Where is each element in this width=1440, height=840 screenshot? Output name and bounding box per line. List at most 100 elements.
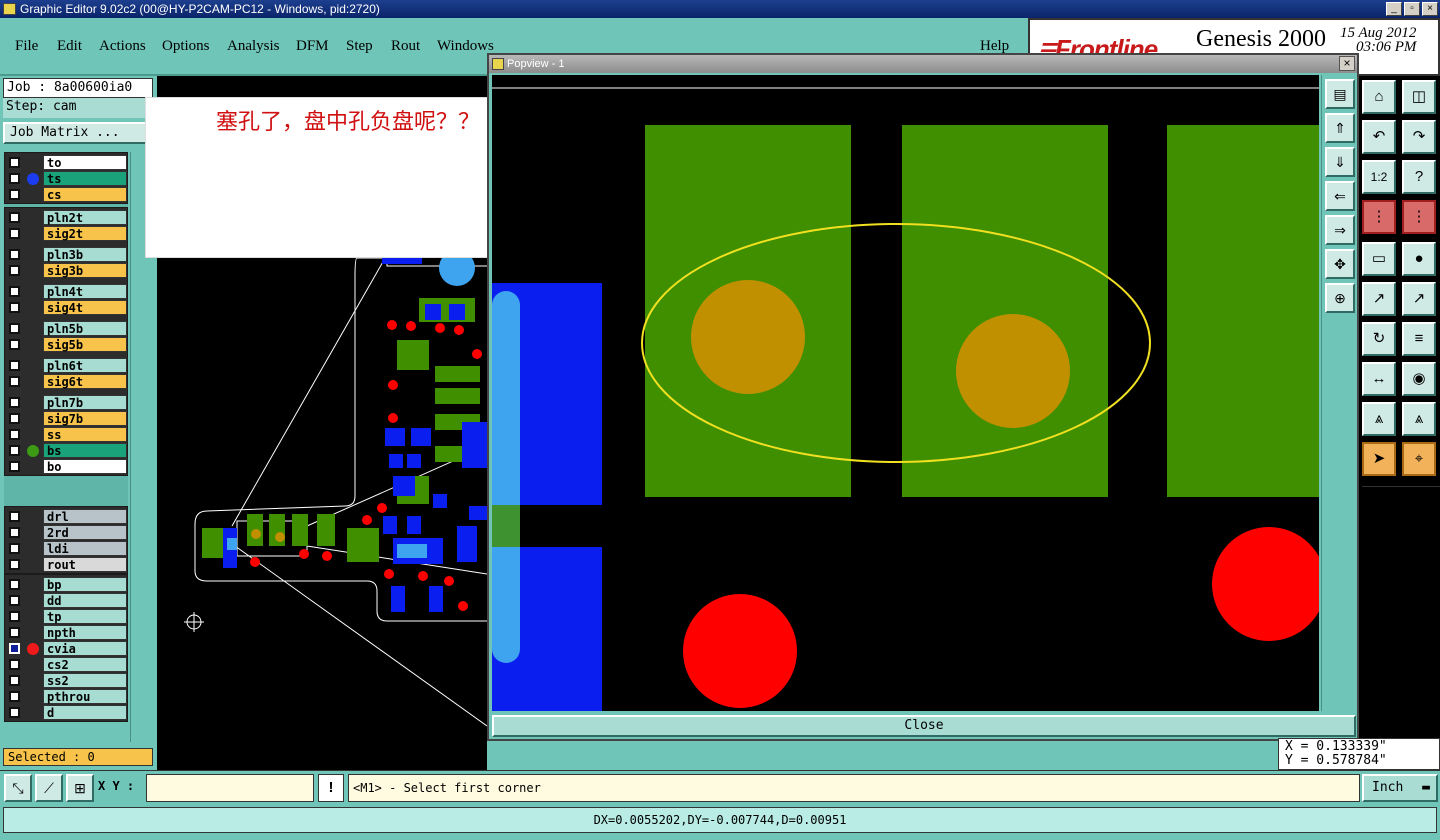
zoom-area-icon[interactable]: ⤡ [4,774,32,802]
layer-checkbox[interactable] [9,627,20,638]
layer-checkbox[interactable] [9,691,20,702]
layer-checkbox[interactable] [9,323,20,334]
layer-row-pln7b[interactable]: pln7b [5,395,127,410]
layer-row-sig4t[interactable]: sig4t [5,300,127,315]
shapes-icon[interactable]: ◉ [1402,362,1436,396]
layer-checkbox[interactable] [9,527,20,538]
layer-row-npth[interactable]: npth [5,625,127,640]
layer-checkbox[interactable] [9,376,20,387]
window-layout-icon[interactable]: ◫ [1402,80,1436,114]
layer-row-pln2t[interactable]: pln2t [5,210,127,225]
layer-row-tp[interactable]: tp [5,609,127,624]
layer-row-sig7b[interactable]: sig7b [5,411,127,426]
layer-checkbox[interactable] [9,579,20,590]
layer-row-pthrou[interactable]: pthrou [5,689,127,704]
layer-checkbox[interactable] [9,249,20,260]
layer-row-pln3b[interactable]: pln3b [5,247,127,262]
layer-checkbox[interactable] [9,511,20,522]
layer-row-cs2[interactable]: cs2 [5,657,127,672]
layer-checkbox[interactable] [9,265,20,276]
snap-point-a-icon[interactable]: ↗ [1362,282,1396,316]
layer-row-sig5b[interactable]: sig5b [5,337,127,352]
menu-step[interactable]: Step [346,38,373,55]
pad-icon[interactable]: ● [1402,242,1436,276]
layer-checkbox[interactable] [9,429,20,440]
menu-options[interactable]: Options [162,38,210,55]
layer-checkbox[interactable] [9,157,20,168]
layer-row-bs[interactable]: bs [5,443,127,458]
layer-checkbox[interactable] [9,643,20,654]
undo-icon[interactable]: ↶ [1362,120,1396,154]
menu-dfm[interactable]: DFM [296,38,329,55]
layer-row-ss2[interactable]: ss2 [5,673,127,688]
layer-checkbox[interactable] [9,302,20,313]
measure-line-icon[interactable]: ⟋ [35,774,63,802]
home-icon[interactable]: ⌂ [1362,80,1396,114]
layer-checkbox[interactable] [9,228,20,239]
layer-row-pln6t[interactable]: pln6t [5,358,127,373]
popview-close-button[interactable]: Close [492,715,1356,737]
xy-input[interactable] [146,774,314,802]
layer-row-ts[interactable]: ts [5,171,127,186]
popview-close-icon[interactable]: × [1339,56,1355,71]
layer-checkbox[interactable] [9,360,20,371]
layer-row-ldi[interactable]: ldi [5,541,127,556]
layer-checkbox[interactable] [9,173,20,184]
ruler-icon[interactable]: ▭ [1362,242,1396,276]
select-pointer-icon[interactable]: ➤ [1362,442,1396,476]
rotate-icon[interactable]: ↻ [1362,322,1396,356]
menu-analysis[interactable]: Analysis [227,38,280,55]
popview-tool-left-icon[interactable]: ⇐ [1325,181,1355,211]
layer-checkbox[interactable] [9,675,20,686]
redo-icon[interactable]: ↷ [1402,120,1436,154]
select-net-icon[interactable]: ⌖ [1402,442,1436,476]
layer-checkbox[interactable] [9,559,20,570]
layer-row-cs[interactable]: cs [5,187,127,202]
popview-tool-down-icon[interactable]: ⇓ [1325,147,1355,177]
layer-row-cvia[interactable]: cvia [5,641,127,656]
layer-row-sig2t[interactable]: sig2t [5,226,127,241]
layer-row-ss[interactable]: ss [5,427,127,442]
minimize-button[interactable]: _ [1386,2,1402,16]
menu-rout[interactable]: Rout [391,38,420,55]
layer-row-bo[interactable]: bo [5,459,127,474]
unit-selector[interactable]: Inch ▬ [1362,774,1438,802]
popview-tool-right-icon[interactable]: ⇒ [1325,215,1355,245]
alert-button[interactable]: ! [318,774,344,802]
profile-b-icon[interactable]: ⩓ [1402,402,1436,436]
layer-checkbox[interactable] [9,707,20,718]
layer-row-2rd[interactable]: 2rd [5,525,127,540]
maximize-button[interactable]: ▫ [1404,2,1420,16]
layer-row-pln5b[interactable]: pln5b [5,321,127,336]
layer-checkbox[interactable] [9,595,20,606]
layer-checkbox[interactable] [9,339,20,350]
layer-row-sig3b[interactable]: sig3b [5,263,127,278]
popview-zoom-fit-icon[interactable]: ✥ [1325,249,1355,279]
layer-row-bp[interactable]: bp [5,577,127,592]
feature-filter-icon[interactable]: ≡ [1402,322,1436,356]
layer-row-to[interactable]: to [5,155,127,170]
layer-checkbox[interactable] [9,286,20,297]
popview-tool-up-icon[interactable]: ⇑ [1325,113,1355,143]
layer-row-dd[interactable]: dd [5,593,127,608]
menu-edit[interactable]: Edit [57,38,82,55]
layer-row-pln4t[interactable]: pln4t [5,284,127,299]
popview-canvas[interactable] [492,75,1319,711]
profile-a-icon[interactable]: ⩓ [1362,402,1396,436]
layer-checkbox[interactable] [9,189,20,200]
layer-tool-a-icon[interactable]: ⋮ [1362,200,1396,234]
layer-row-rout[interactable]: rout [5,557,127,572]
layer-row-sig6t[interactable]: sig6t [5,374,127,389]
layer-tool-b-icon[interactable]: ⋮ [1402,200,1436,234]
layer-row-drl[interactable]: drl [5,509,127,524]
layer-checkbox[interactable] [9,445,20,456]
menu-file[interactable]: File [15,38,38,55]
layer-checkbox[interactable] [9,461,20,472]
measure-icon[interactable]: ↔ [1362,362,1396,396]
layer-checkbox[interactable] [9,659,20,670]
help-icon[interactable]: ? [1402,160,1436,194]
layer-checkbox[interactable] [9,212,20,223]
snap-point-b-icon[interactable]: ↗ [1402,282,1436,316]
menu-actions[interactable]: Actions [99,38,146,55]
popview-zoom-in-icon[interactable]: ⊕ [1325,283,1355,313]
